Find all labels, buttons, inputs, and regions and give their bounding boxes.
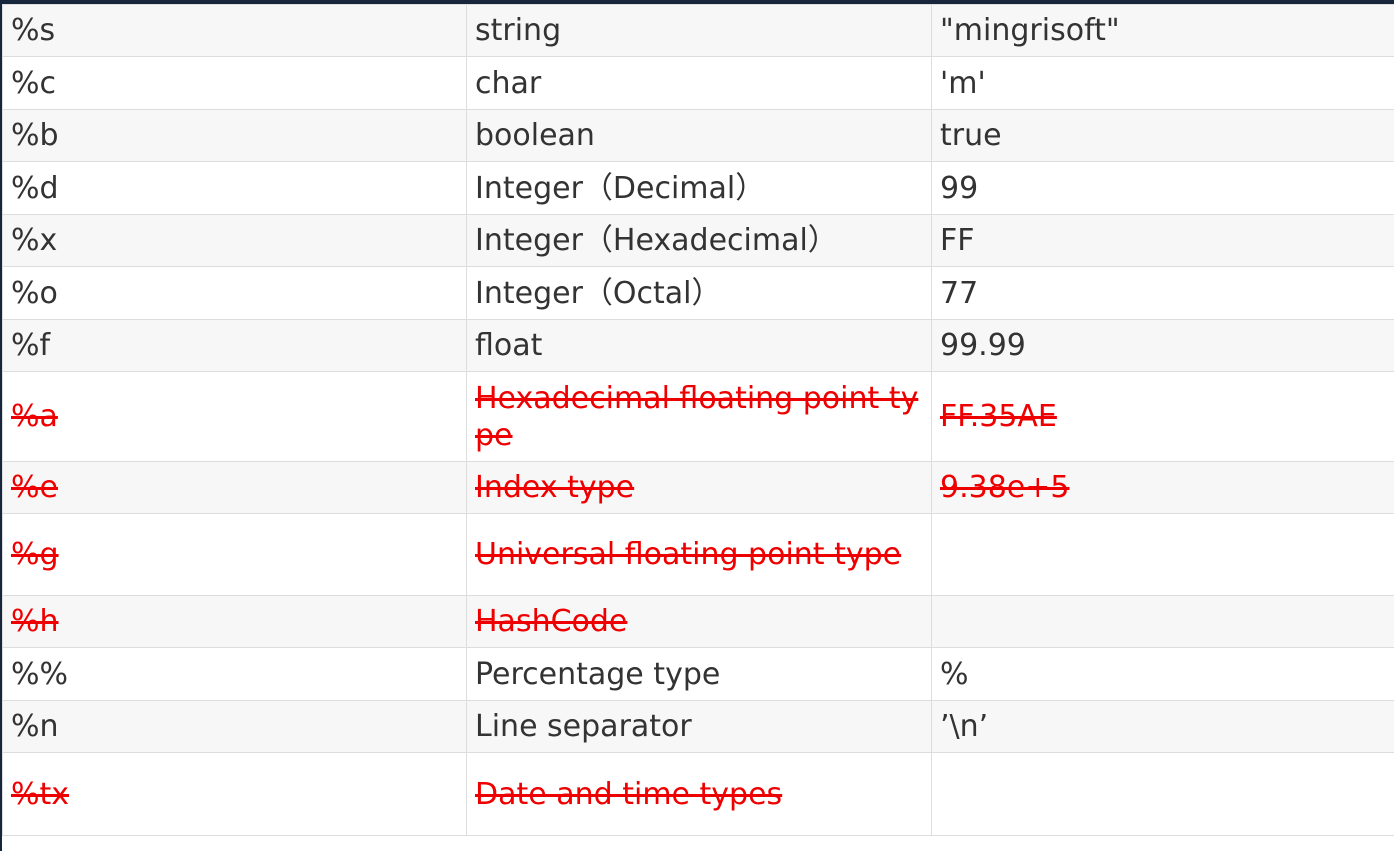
type-cell: Index type xyxy=(466,461,932,514)
type-cell: Integer（Octal） xyxy=(466,266,932,320)
table-row-deprecated: %g Universal floating point type xyxy=(2,513,1394,596)
specifier-cell: %a xyxy=(2,371,467,462)
table-row: %b boolean true xyxy=(2,109,1394,162)
table-row: %d Integer（Decimal） 99 xyxy=(2,161,1394,215)
specifier-cell: %o xyxy=(2,266,467,320)
table-row-deprecated: %tx Date and time types xyxy=(2,752,1394,836)
specifier-cell: %s xyxy=(2,4,467,57)
table-row: %n Line separator ’\n’ xyxy=(2,700,1394,753)
type-cell: HashCode xyxy=(466,595,932,648)
example-cell xyxy=(931,752,1394,836)
format-specifier-table-container: %s string "mingrisoft" %c char 'm' %b bo… xyxy=(0,0,1394,851)
specifier-cell: %tx xyxy=(2,752,467,836)
specifier-cell: %b xyxy=(2,109,467,162)
type-cell: Integer（Decimal） xyxy=(466,161,932,215)
type-cell: char xyxy=(466,56,932,110)
example-cell: 77 xyxy=(931,266,1394,320)
table-row-deprecated: %a Hexadecimal floating point type FF.35… xyxy=(2,371,1394,462)
specifier-cell: %h xyxy=(2,595,467,648)
table-row: %s string "mingrisoft" xyxy=(2,4,1394,57)
specifier-cell: %n xyxy=(2,700,467,753)
type-cell: float xyxy=(466,319,932,372)
table-row: %f float 99.99 xyxy=(2,319,1394,372)
table-row-deprecated: %h HashCode xyxy=(2,595,1394,648)
example-cell: true xyxy=(931,109,1394,162)
example-cell: "mingrisoft" xyxy=(931,4,1394,57)
example-cell: 'm' xyxy=(931,56,1394,110)
format-specifier-table: %s string "mingrisoft" %c char 'm' %b bo… xyxy=(2,4,1394,836)
specifier-cell: %d xyxy=(2,161,467,215)
specifier-cell: %x xyxy=(2,214,467,267)
example-cell: ’\n’ xyxy=(931,700,1394,753)
type-cell: Percentage type xyxy=(466,647,932,701)
type-cell: boolean xyxy=(466,109,932,162)
example-cell xyxy=(931,595,1394,648)
table-row: %% Percentage type % xyxy=(2,647,1394,701)
type-cell: string xyxy=(466,4,932,57)
table-row-deprecated: %e Index type 9.38e+5 xyxy=(2,461,1394,514)
specifier-cell: %g xyxy=(2,513,467,596)
example-cell: 99 xyxy=(931,161,1394,215)
type-cell: Date and time types xyxy=(466,752,932,836)
table-row: %x Integer（Hexadecimal） FF xyxy=(2,214,1394,267)
example-cell xyxy=(931,513,1394,596)
example-cell: % xyxy=(931,647,1394,701)
example-cell: FF.35AE xyxy=(931,371,1394,462)
specifier-cell: %% xyxy=(2,647,467,701)
specifier-cell: %c xyxy=(2,56,467,110)
table-row: %c char 'm' xyxy=(2,56,1394,110)
specifier-cell: %e xyxy=(2,461,467,514)
type-cell: Hexadecimal floating point type xyxy=(466,371,932,462)
type-cell: Universal floating point type xyxy=(466,513,932,596)
specifier-cell: %f xyxy=(2,319,467,372)
table-row: %o Integer（Octal） 77 xyxy=(2,266,1394,320)
example-cell: 99.99 xyxy=(931,319,1394,372)
example-cell: 9.38e+5 xyxy=(931,461,1394,514)
type-cell: Integer（Hexadecimal） xyxy=(466,214,932,267)
type-cell: Line separator xyxy=(466,700,932,753)
example-cell: FF xyxy=(931,214,1394,267)
